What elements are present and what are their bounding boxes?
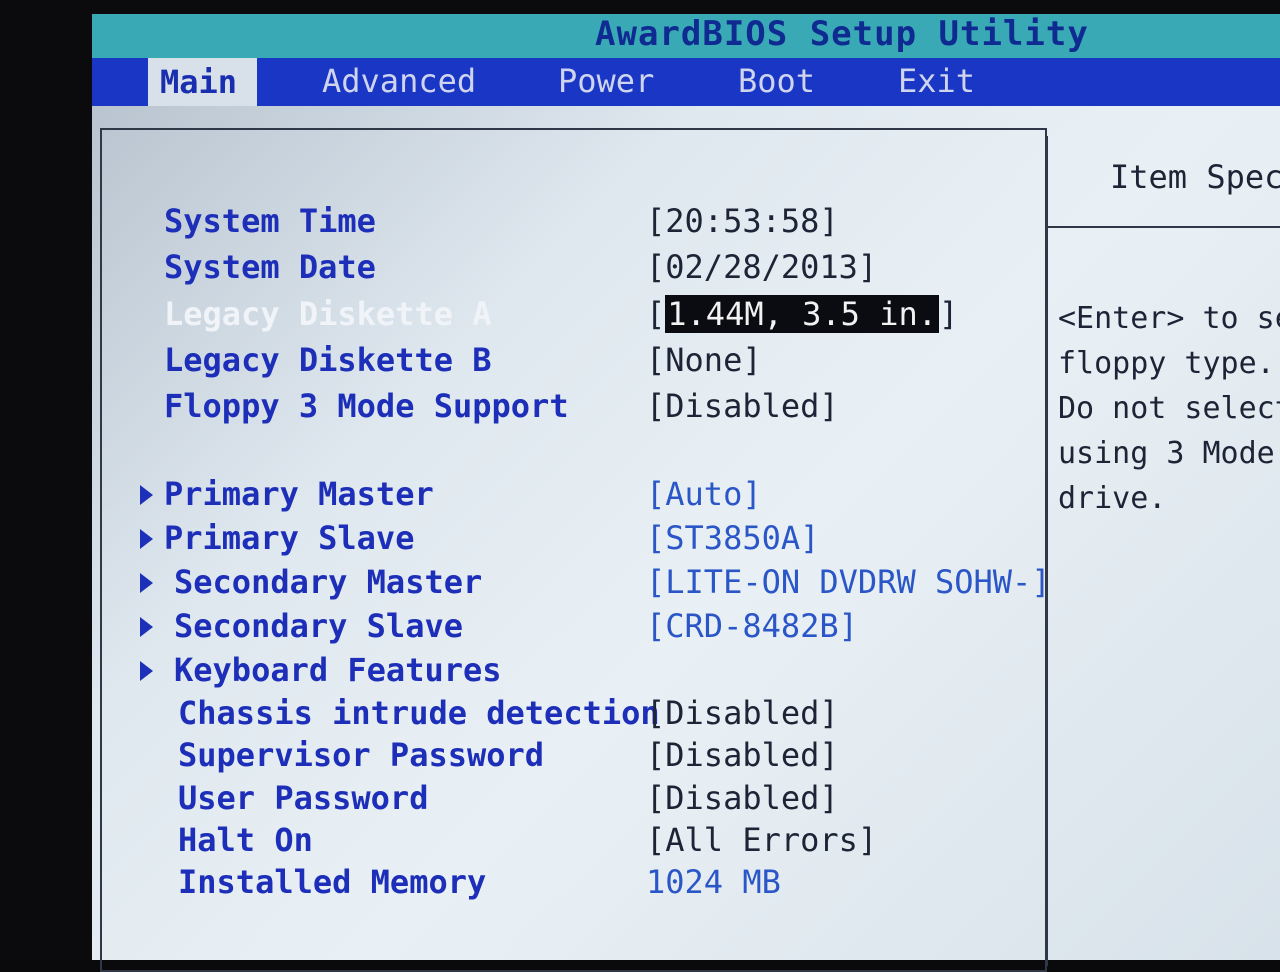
setting-label: Supervisor Password [178, 736, 545, 774]
setting-legacy-diskette-b[interactable]: Legacy Diskette B [None] [92, 341, 1032, 381]
submenu-arrow-icon [140, 573, 153, 593]
submenu-arrow-icon [140, 485, 153, 505]
submenu-arrow-icon [140, 661, 153, 681]
setting-label: User Password [178, 779, 429, 817]
setting-label: Keyboard Features [174, 651, 502, 689]
info-installed-memory: Installed Memory 1024 MB [92, 863, 1032, 903]
setting-label: Secondary Slave [174, 607, 463, 645]
setting-value[interactable]: [Disabled] [646, 694, 839, 732]
setting-system-time[interactable]: System Time [20:53:58] [92, 202, 1032, 242]
setting-legacy-diskette-a[interactable]: Legacy Diskette A [1.44M, 3.5 in.] [92, 295, 1032, 335]
setting-label: System Date [164, 248, 376, 286]
help-text: <Enter> to se floppy type. Do not select… [1058, 301, 1280, 516]
selected-value[interactable]: 1.44M, 3.5 in. [665, 295, 939, 333]
setting-value: [ST3850A] [646, 519, 820, 557]
submenu-arrow-icon [140, 617, 153, 637]
app-title: AwardBIOS Setup Utility [595, 14, 1089, 54]
setting-label: Floppy 3 Mode Support [164, 387, 569, 425]
setting-label: Legacy Diskette B [164, 341, 492, 379]
setting-value[interactable]: [All Errors] [646, 821, 877, 859]
monitor-bezel-left [0, 0, 92, 960]
submenu-primary-master[interactable]: Primary Master [Auto] [92, 475, 1032, 515]
setting-value: [Auto] [646, 475, 762, 513]
setting-label: Primary Slave [164, 519, 415, 557]
setting-label: Legacy Diskette A [164, 295, 492, 333]
submenu-keyboard-features[interactable]: Keyboard Features [92, 651, 1032, 691]
tab-exit[interactable]: Exit [898, 62, 975, 100]
bios-main-panel: Item Speci <Enter> to se floppy type. Do… [92, 106, 1280, 972]
setting-label: Secondary Master [174, 563, 483, 601]
setting-value[interactable]: [None] [646, 341, 762, 379]
setting-value: [CRD-8482B] [646, 607, 858, 645]
setting-value: 1024 MB [646, 863, 781, 901]
setting-user-password[interactable]: User Password [Disabled] [92, 779, 1032, 819]
setting-value[interactable]: [Disabled] [646, 779, 839, 817]
submenu-arrow-icon [140, 529, 153, 549]
submenu-secondary-master[interactable]: Secondary Master [LITE-ON DVDRW SOHW-] [92, 563, 1051, 603]
setting-label: System Time [164, 202, 376, 240]
bracket-close: ] [938, 295, 959, 333]
bracket-open: [ [646, 295, 666, 333]
tab-advanced[interactable]: Advanced [322, 62, 476, 100]
setting-floppy-3-mode[interactable]: Floppy 3 Mode Support [Disabled] [92, 387, 1032, 427]
help-panel [1046, 136, 1280, 966]
setting-value[interactable]: [1.44M, 3.5 in.] [646, 295, 958, 333]
setting-label: Installed Memory [178, 863, 487, 901]
setting-halt-on[interactable]: Halt On [All Errors] [92, 821, 1032, 861]
help-title: Item Speci [1110, 158, 1280, 196]
setting-label: Chassis intrude detection [178, 694, 660, 732]
tab-main[interactable]: Main [148, 58, 258, 106]
menu-bar: Main Advanced Power Boot Exit [92, 58, 1280, 106]
submenu-primary-slave[interactable]: Primary Slave [ST3850A] [92, 519, 1032, 559]
monitor-bezel-top [0, 0, 1280, 14]
submenu-secondary-slave[interactable]: Secondary Slave [CRD-8482B] [92, 607, 1032, 647]
help-divider [1046, 226, 1280, 228]
setting-value[interactable]: [Disabled] [646, 387, 839, 425]
setting-label: Primary Master [164, 475, 434, 513]
setting-value[interactable]: [20:53:58] [646, 202, 839, 240]
setting-system-date[interactable]: System Date [02/28/2013] [92, 248, 1032, 288]
setting-chassis-intrude[interactable]: Chassis intrude detection [Disabled] [92, 694, 1032, 734]
setting-label: Halt On [178, 821, 313, 859]
tab-power[interactable]: Power [558, 62, 654, 100]
setting-value: [LITE-ON DVDRW SOHW-] [646, 563, 1051, 601]
setting-value[interactable]: [02/28/2013] [646, 248, 877, 286]
tab-boot[interactable]: Boot [738, 62, 815, 100]
setting-supervisor-password[interactable]: Supervisor Password [Disabled] [92, 736, 1032, 776]
setting-value[interactable]: [Disabled] [646, 736, 839, 774]
